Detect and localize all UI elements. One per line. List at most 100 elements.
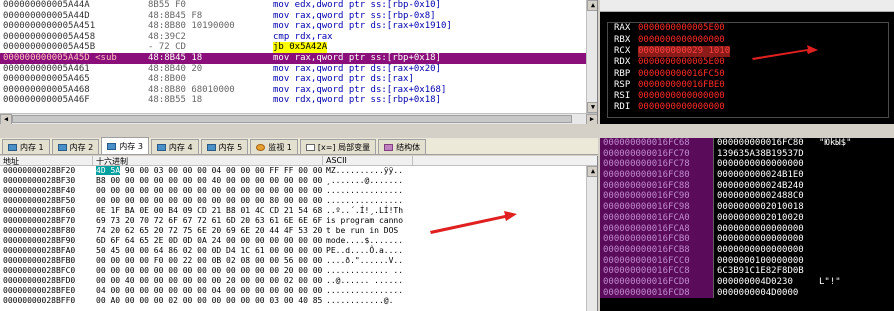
dump-ascii-text[interactable]: MZ..........ÿÿ.. bbox=[323, 166, 413, 176]
dump-hex-bytes[interactable]: 50 45 00 00 64 86 02 00 0D D4 1C 61 00 0… bbox=[93, 246, 323, 256]
stack-row[interactable]: 000000000016FCB0 0000000000000000 bbox=[600, 234, 894, 245]
dump-row[interactable]: 00000000028BFD0 00 00 40 00 00 00 00 00 0… bbox=[0, 276, 597, 286]
register-value[interactable]: 0000000000005E00 bbox=[638, 23, 725, 34]
stack-row[interactable]: 000000000016FC78 0000000000000000 bbox=[600, 159, 894, 171]
stack-value[interactable]: 6C3B91C1E82F8D0B bbox=[713, 266, 816, 277]
dump-row[interactable]: 00000000028BF20 4D 5A 90 00 03 00 00 00 0… bbox=[0, 166, 597, 176]
dump-ascii-text[interactable]: ................ bbox=[323, 186, 413, 196]
dump-ascii-text[interactable]: is program canno bbox=[323, 216, 413, 226]
dump-ascii-text[interactable]: ............@. bbox=[323, 296, 413, 306]
dump-row[interactable]: 00000000028BF40 00 00 00 00 00 00 00 00 0… bbox=[0, 186, 597, 196]
disassembly-vscrollbar[interactable]: ▲ ▼ bbox=[586, 0, 597, 113]
stack-row[interactable]: 000000000016FCC8 6C3B91C1E82F8D0B bbox=[600, 266, 894, 277]
dump-ascii-text[interactable]: ................ bbox=[323, 196, 413, 206]
disassembly-row[interactable]: 000000000005A44A 8B55 F0 mov edx,dword ptr… bbox=[0, 0, 597, 11]
register-value[interactable]: 0000000000005E00 bbox=[638, 57, 725, 68]
dump-hex-bytes[interactable]: 00 00 00 00 00 00 00 00 00 00 00 00 00 2… bbox=[93, 266, 323, 276]
register-row[interactable]: RDX 0000000000005E00 bbox=[608, 57, 888, 68]
disassembly-row[interactable]: 000000000005A465 48:8B00 mov rax,qword ptr… bbox=[0, 74, 597, 85]
stack-value[interactable]: 0000000004D0000 bbox=[713, 287, 816, 299]
dump-row[interactable]: 00000000028BFA0 50 45 00 00 64 86 02 00 0… bbox=[0, 246, 597, 256]
disassembly-row[interactable]: 000000000005A461 48:8B40 20 mov rax,qword … bbox=[0, 64, 597, 75]
dump-ascii-text[interactable]: mode....$....... bbox=[323, 236, 413, 246]
dump-ascii-text[interactable]: ..º..´.Í!¸.LÍ!Th bbox=[323, 206, 413, 216]
memory-dump-pane[interactable]: 地址 十六进制 ASCII 00000000028BF20 4D 5A 90 00… bbox=[0, 156, 598, 311]
tab-8[interactable]: 结构体 bbox=[378, 139, 427, 154]
stack-value[interactable]: 0000000000000000 bbox=[713, 244, 816, 256]
dump-row[interactable]: 00000000028BF30 B8 00 00 00 00 00 00 00 4… bbox=[0, 176, 597, 186]
scroll-up-icon[interactable]: ▲ bbox=[587, 0, 597, 11]
dump-hex-bytes[interactable]: 74 20 62 65 20 72 75 6E 20 69 6E 20 44 4… bbox=[93, 226, 323, 236]
register-row[interactable]: RSP 000000000016FBE0 bbox=[608, 79, 888, 90]
stack-value[interactable]: 0000000002010020 bbox=[713, 212, 816, 224]
scroll-down-icon[interactable]: ▼ bbox=[587, 102, 597, 113]
stack-row[interactable]: 000000000016FCD0 000000004D0230 L"!" bbox=[600, 276, 894, 288]
dump-hex-bytes[interactable]: 00 00 40 00 00 00 00 00 00 20 00 00 00 0… bbox=[93, 276, 323, 286]
dump-hex-bytes[interactable]: 00 00 00 00 F0 00 22 00 0B 02 08 00 00 5… bbox=[93, 256, 323, 266]
dump-row[interactable]: 00000000028BF50 00 00 00 00 00 00 00 00 0… bbox=[0, 196, 597, 206]
register-value[interactable]: 0000000000000000 bbox=[638, 102, 725, 113]
disassembly-row[interactable]: 000000000005A468 48:8B80 68010000 mov rax,… bbox=[0, 85, 597, 96]
dump-hex-bytes[interactable]: 00 00 00 00 00 00 00 00 00 00 00 00 00 0… bbox=[93, 186, 323, 196]
stack-value[interactable]: 0000000000000000 bbox=[713, 159, 816, 171]
stack-row[interactable]: 000000000016FC70 139635A38B19537D bbox=[600, 148, 894, 160]
dump-hex-bytes[interactable]: 4D 5A 90 00 03 00 00 00 04 00 00 00 FF F… bbox=[93, 166, 323, 176]
disassembly-pane[interactable]: 000000000005A44A 8B55 F0 mov edx,dword ptr… bbox=[0, 0, 598, 124]
stack-row[interactable]: 000000000016FCA0 0000000002010020 bbox=[600, 212, 894, 224]
tab-5[interactable]: 内存 5 bbox=[200, 139, 249, 154]
tab-1[interactable]: 内存 1 bbox=[2, 139, 50, 154]
register-row[interactable]: RAX 0000000000005E00 bbox=[608, 23, 888, 34]
dump-ascii-text[interactable]: PE..d....Ô.a.... bbox=[323, 246, 413, 256]
disassembly-row[interactable]: 000000000005A46F 48:8B55 18 mov rdx,qword … bbox=[0, 95, 597, 106]
stack-row[interactable]: 000000000016FCA8 0000000000000000 bbox=[600, 223, 894, 235]
dump-hex-bytes[interactable]: 04 00 00 00 00 00 00 00 04 00 00 00 00 0… bbox=[93, 286, 323, 296]
stack-value[interactable]: 0000000000000000 bbox=[713, 234, 816, 245]
stack-row[interactable]: 000000000016FCC0 0000000100000000 bbox=[600, 255, 894, 267]
scroll-left-icon[interactable]: ◀ bbox=[0, 114, 12, 124]
dump-row[interactable]: 00000000028BFE0 04 00 00 00 00 00 00 00 0… bbox=[0, 286, 597, 296]
stack-value[interactable]: 0000000100000000 bbox=[713, 255, 816, 267]
stack-value[interactable]: 000000000016FC80 bbox=[713, 138, 816, 149]
stack-row[interactable]: 000000000016FC98 0000000002010018 bbox=[600, 202, 894, 213]
dump-ascii-text[interactable]: ..@...... ...... bbox=[323, 276, 413, 286]
stack-value[interactable]: 000000004D0230 bbox=[713, 276, 816, 288]
tab-4[interactable]: 内存 4 bbox=[150, 139, 199, 154]
stack-row[interactable]: 000000000016FCD8 0000000004D0000 bbox=[600, 287, 894, 299]
stack-row[interactable]: 000000000016FC90 00000000002488C0 bbox=[600, 191, 894, 203]
disassembly-row[interactable]: 0000000000005A458 48:39C2 cmp rdx,rax bbox=[0, 32, 597, 43]
tab-6[interactable]: 监视 1 bbox=[250, 139, 298, 154]
dump-row[interactable]: 00000000028BFB0 00 00 00 00 F0 00 22 00 0… bbox=[0, 256, 597, 266]
dump-hex-bytes[interactable]: 69 73 20 70 72 6F 67 72 61 6D 20 63 61 6… bbox=[93, 216, 323, 226]
stack-value[interactable]: 139635A38B19537D bbox=[713, 148, 816, 160]
stack-value[interactable]: 000000000024B1E0 bbox=[713, 170, 816, 181]
disassembly-row[interactable]: 000000000005A45D <sub 48:8B45 18 mov rax,q… bbox=[0, 52, 597, 64]
stack-value[interactable]: 0000000002010018 bbox=[713, 202, 816, 213]
register-row[interactable]: RSI 0000000000000000 bbox=[608, 91, 888, 102]
stack-pane[interactable]: 000000000016FC68 000000000016FC80 "ЮkЫ$" 00… bbox=[600, 138, 894, 311]
register-row[interactable]: RBX 0000000000000000 bbox=[608, 34, 888, 45]
dump-ascii-text[interactable]: ¸.......@....... bbox=[323, 176, 413, 186]
stack-row[interactable]: 000000000016FC88 000000000024B240 bbox=[600, 180, 894, 192]
register-row[interactable]: RBP 000000000016FC50 bbox=[608, 68, 888, 79]
dump-ascii-text[interactable]: ....ð."......V.. bbox=[323, 256, 413, 266]
stack-row[interactable]: 000000000016FC80 000000000024B1E0 bbox=[600, 170, 894, 181]
dump-hex-bytes[interactable]: 0E 1F BA 0E 00 B4 09 CD 21 B8 01 4C CD 2… bbox=[93, 206, 323, 216]
tab-3[interactable]: 内存 3 bbox=[101, 137, 149, 154]
dump-ascii-text[interactable]: ............. .. bbox=[323, 266, 413, 276]
tab-7[interactable]: [x=] 局部变量 bbox=[299, 139, 377, 154]
scroll-right-icon[interactable]: ▶ bbox=[586, 114, 597, 124]
stack-row[interactable]: 000000000016FC68 000000000016FC80 "ЮkЫ$" bbox=[600, 138, 894, 149]
register-row[interactable]: RCX 000000000029 1010 bbox=[608, 45, 888, 57]
stack-row[interactable]: 000000000016FCB8 0000000000000000 bbox=[600, 244, 894, 256]
disassembly-row[interactable]: 0000000000005A451 48:8B80 10190000 mov rax… bbox=[0, 21, 597, 32]
dump-ascii-text[interactable]: t be run in DOS bbox=[323, 226, 413, 236]
dump-hex-bytes[interactable]: 00 00 00 00 00 00 00 00 00 00 00 00 80 0… bbox=[93, 196, 323, 206]
disassembly-row[interactable]: 000000000005A44D 48:8B45 F8 mov rax,qword … bbox=[0, 11, 597, 22]
stack-value[interactable]: 00000000002488C0 bbox=[713, 191, 816, 203]
dump-hex-bytes[interactable]: B8 00 00 00 00 00 00 00 40 00 00 00 00 0… bbox=[93, 176, 323, 186]
dump-vscrollbar[interactable]: ▲ bbox=[586, 166, 597, 311]
registers-pane[interactable]: RAX 0000000000005E00 RBX 0000000000000000 RC… bbox=[600, 0, 894, 124]
scroll-thumb[interactable] bbox=[12, 115, 572, 123]
scroll-up-icon[interactable]: ▲ bbox=[587, 166, 597, 177]
dump-hex-bytes[interactable]: 6D 6F 64 65 2E 0D 0D 0A 24 00 00 00 00 0… bbox=[93, 236, 323, 246]
